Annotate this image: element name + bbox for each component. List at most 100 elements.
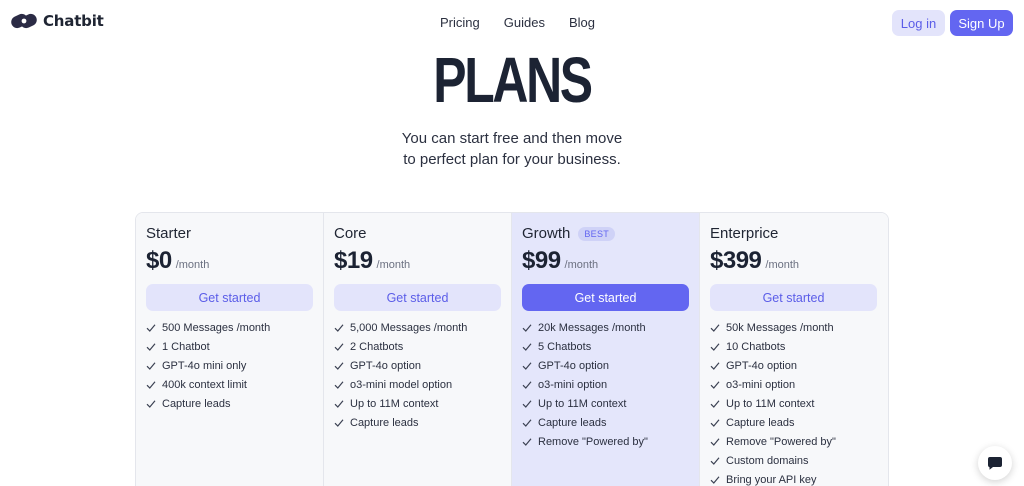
chat-widget-button[interactable]: [978, 446, 1012, 480]
plan-card-core: Core $19 /month Get started 5,000 Messag…: [324, 213, 512, 486]
feature-item: Capture leads: [146, 394, 270, 413]
logo-text: Chatbit: [43, 12, 104, 30]
feature-item: 10 Chatbots: [710, 337, 836, 356]
check-icon: [146, 380, 156, 389]
feature-item: Remove "Powered by": [522, 432, 648, 451]
feature-text: 5 Chatbots: [538, 340, 592, 353]
plan-name: Starter: [146, 225, 191, 242]
feature-list: 500 Messages /month 1 Chatbot GPT-4o min…: [146, 318, 270, 413]
feature-item: GPT-4o option: [334, 356, 467, 375]
feature-item: Remove "Powered by": [710, 432, 836, 451]
main-nav: Pricing Guides Blog: [440, 15, 595, 30]
plan-card-starter: Starter $0 /month Get started 500 Messag…: [136, 213, 324, 486]
feature-list: 50k Messages /month 10 Chatbots GPT-4o o…: [710, 318, 836, 486]
check-icon: [334, 323, 344, 332]
price-period: /month: [765, 259, 800, 271]
feature-text: Up to 11M context: [350, 397, 439, 410]
feature-item: o3-mini model option: [334, 375, 467, 394]
check-icon: [146, 399, 156, 408]
plan-price: $399 /month: [710, 247, 799, 275]
feature-list: 20k Messages /month 5 Chatbots GPT-4o op…: [522, 318, 648, 451]
chat-bubble-icon: [988, 457, 1002, 470]
feature-item: Bring your API key: [710, 470, 836, 486]
check-icon: [146, 361, 156, 370]
get-started-button-enterprice[interactable]: Get started: [710, 284, 877, 311]
login-button[interactable]: Log in: [892, 10, 945, 36]
chatbit-logo-icon: [10, 11, 38, 31]
check-icon: [710, 361, 720, 370]
check-icon: [710, 475, 720, 484]
check-icon: [710, 456, 720, 465]
feature-text: Remove "Powered by": [538, 435, 648, 448]
feature-item: 20k Messages /month: [522, 318, 648, 337]
price-period: /month: [564, 259, 599, 271]
get-started-button-core[interactable]: Get started: [334, 284, 501, 311]
check-icon: [334, 418, 344, 427]
plan-name: Core: [334, 225, 367, 242]
feature-item: 5 Chatbots: [522, 337, 648, 356]
feature-list: 5,000 Messages /month 2 Chatbots GPT-4o …: [334, 318, 467, 432]
feature-text: 2 Chatbots: [350, 340, 404, 353]
price-amount: $399: [710, 247, 762, 274]
check-icon: [146, 342, 156, 351]
price-period: /month: [376, 259, 411, 271]
nav-link-blog[interactable]: Blog: [569, 15, 595, 30]
plan-card-enterprice: Enterprice $399 /month Get started 50k M…: [700, 213, 888, 486]
feature-text: 10 Chatbots: [726, 340, 786, 353]
feature-item: Up to 11M context: [522, 394, 648, 413]
feature-text: Capture leads: [350, 416, 419, 429]
plan-name-text: Growth: [522, 225, 571, 242]
check-icon: [334, 399, 344, 408]
feature-text: GPT-4o mini only: [162, 359, 247, 372]
logo[interactable]: Chatbit: [10, 11, 104, 31]
plan-price: $19 /month: [334, 247, 410, 275]
check-icon: [522, 323, 532, 332]
feature-text: Remove "Powered by": [726, 435, 836, 448]
feature-text: 20k Messages /month: [538, 321, 646, 334]
check-icon: [522, 399, 532, 408]
feature-item: Capture leads: [522, 413, 648, 432]
nav-link-guides[interactable]: Guides: [504, 15, 545, 30]
feature-item: 500 Messages /month: [146, 318, 270, 337]
check-icon: [522, 418, 532, 427]
check-icon: [522, 361, 532, 370]
feature-text: Custom domains: [726, 454, 809, 467]
price-period: /month: [175, 259, 210, 271]
price-amount: $0: [146, 247, 172, 274]
feature-text: 400k context limit: [162, 378, 247, 391]
get-started-button-starter[interactable]: Get started: [146, 284, 313, 311]
feature-item: GPT-4o option: [710, 356, 836, 375]
feature-item: GPT-4o option: [522, 356, 648, 375]
feature-text: Capture leads: [162, 397, 231, 410]
feature-item: Custom domains: [710, 451, 836, 470]
check-icon: [334, 361, 344, 370]
plan-name: Enterprice: [710, 225, 778, 242]
nav-link-pricing[interactable]: Pricing: [440, 15, 480, 30]
feature-item: 2 Chatbots: [334, 337, 467, 356]
plan-price: $99 /month: [522, 247, 598, 275]
check-icon: [710, 437, 720, 446]
check-icon: [146, 323, 156, 332]
feature-text: 500 Messages /month: [162, 321, 271, 334]
feature-item: o3-mini option: [522, 375, 648, 394]
check-icon: [710, 342, 720, 351]
feature-text: Capture leads: [538, 416, 607, 429]
feature-item: o3-mini option: [710, 375, 836, 394]
feature-text: o3-mini option: [538, 378, 608, 391]
feature-text: 5,000 Messages /month: [350, 321, 468, 334]
feature-text: Up to 11M context: [726, 397, 815, 410]
feature-item: GPT-4o mini only: [146, 356, 270, 375]
check-icon: [710, 418, 720, 427]
plan-name-text: Core: [334, 225, 367, 242]
page-subtitle: You can start free and then move to perf…: [0, 128, 1024, 170]
plan-name-text: Enterprice: [710, 225, 779, 242]
feature-item: 5,000 Messages /month: [334, 318, 467, 337]
signup-button[interactable]: Sign Up: [950, 10, 1013, 36]
check-icon: [710, 323, 720, 332]
get-started-button-growth[interactable]: Get started: [522, 284, 689, 311]
plan-price: $0 /month: [146, 247, 209, 275]
subtitle-line-2: to perfect plan for your business.: [403, 151, 621, 168]
top-navigation-bar: Chatbit Pricing Guides Blog Log in Sign …: [0, 0, 1024, 46]
feature-text: GPT-4o option: [538, 359, 609, 372]
feature-text: o3-mini option: [726, 378, 796, 391]
